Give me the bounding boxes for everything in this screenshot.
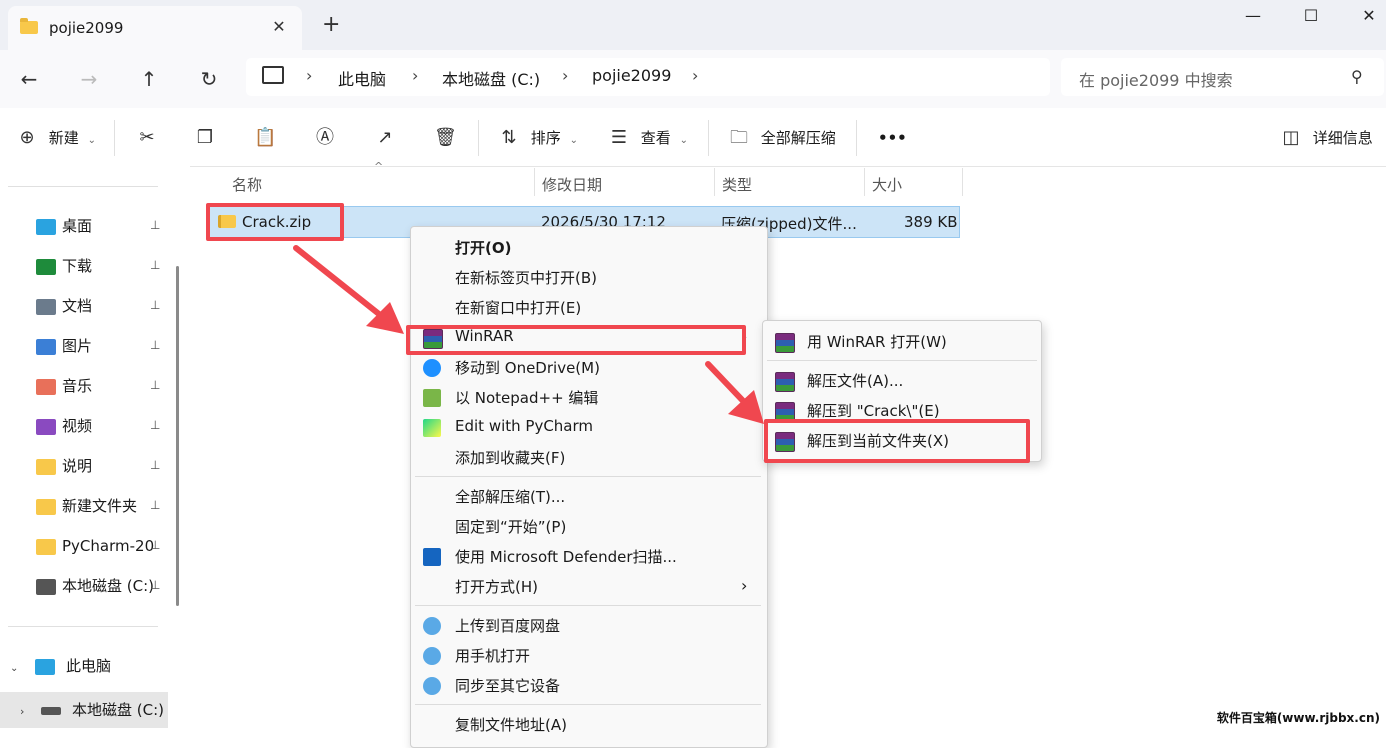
annotation-arrows [293,245,764,424]
arrow-line [293,245,387,321]
watermark: 软件百宝箱(www.rjbbx.cn) [1216,711,1380,725]
arrow-line [705,361,749,407]
arrow-head [728,390,764,424]
